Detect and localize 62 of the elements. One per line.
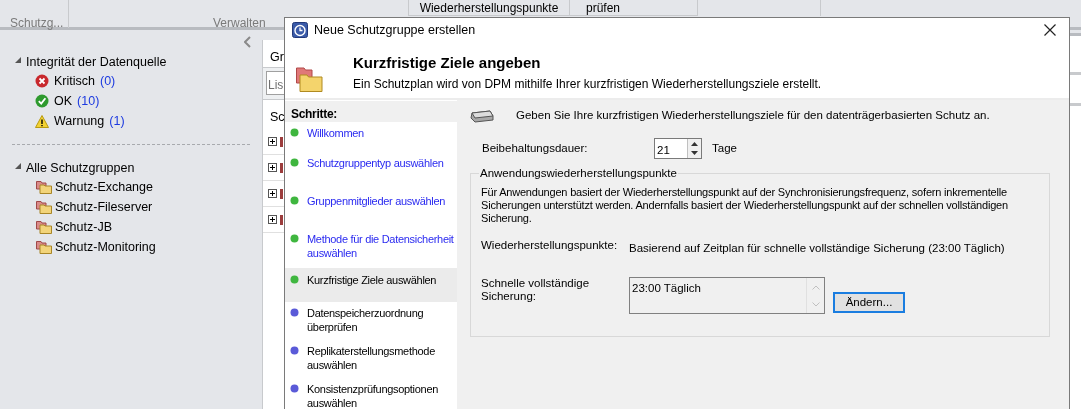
protection-group-item[interactable]: Schutz-Fileserver xyxy=(55,197,153,217)
health-item[interactable]: OK xyxy=(54,91,73,111)
close-icon[interactable] xyxy=(1044,24,1056,37)
change-button[interactable]: Ändern... xyxy=(833,292,905,314)
disk-drive-icon xyxy=(470,109,494,123)
status-dot-icon xyxy=(290,384,299,393)
expanded-triangle-icon[interactable] xyxy=(15,163,22,170)
section-title[interactable]: Alle Schutzgruppen xyxy=(26,159,135,178)
protection-group-item[interactable]: Schutz-Monitoring xyxy=(55,237,156,257)
ribbon-button[interactable]: prüfen xyxy=(570,0,698,16)
page-subtitle: Ein Schutzplan wird von DPM mithilfe Ihrer kurzfristigen Wiederherstellungsziele erstellt. xyxy=(353,75,822,93)
section-title[interactable]: Integrität der Datenquelle xyxy=(26,53,167,72)
field-label: Wiederherstellungspunkte: xyxy=(481,238,619,253)
status-dot-icon xyxy=(290,346,299,355)
clock-icon xyxy=(292,22,308,39)
wizard-step[interactable]: Kurzfristige Ziele auswählen xyxy=(285,268,457,302)
field-label: Schnelle vollständige Sicherung: xyxy=(481,277,591,305)
wizard-step[interactable]: Replikaterstellungsmethode auswählen xyxy=(285,340,457,378)
pane-header: Gr xyxy=(270,50,284,64)
status-dot-icon xyxy=(290,128,299,137)
health-item[interactable]: Kritisch xyxy=(54,71,95,91)
status-dot-icon xyxy=(290,158,299,167)
group-box-title: Anwendungswiederherstellungspunkte xyxy=(479,166,678,180)
status-dot-icon xyxy=(290,234,299,243)
warning-icon xyxy=(35,114,49,128)
expand-icon[interactable] xyxy=(268,189,277,198)
collapse-pane-icon[interactable] xyxy=(244,36,252,48)
expand-icon[interactable] xyxy=(268,137,277,146)
spin-box[interactable]: 21 xyxy=(654,138,702,159)
expand-icon[interactable] xyxy=(268,163,277,172)
expand-icon[interactable] xyxy=(268,215,277,224)
wizard-step[interactable]: Willkommen xyxy=(285,122,457,152)
description-text: Für Anwendungen basiert der Wiederherstellungspunkt auf der Synchronisierungsfrequenz, sofern inkrementelle Sicherungen unterstützt werden. Andernfalls basiert der Wiederherstellungspunkt auf der schnellen vollständigen Sicherung. xyxy=(481,186,1009,225)
schedule-text-area: 23:00 Täglich xyxy=(629,277,825,315)
intro-text: Geben Sie Ihre kurzfristigen Wiederherstellungsziele für den datenträgerbasierten Schutz an. xyxy=(516,108,990,124)
protection-group-item[interactable]: Schutz-Exchange xyxy=(55,177,153,197)
column-header: Sc xyxy=(270,110,285,124)
wizard-step[interactable]: Gruppenmitglieder auswählen xyxy=(285,190,457,228)
count-link[interactable]: (10) xyxy=(77,91,100,111)
health-item[interactable]: Warnung xyxy=(54,111,105,131)
ribbon-group-label: Schutzg... xyxy=(10,15,64,32)
protection-group-item[interactable]: Schutz-JB xyxy=(55,217,112,237)
window-title: Neue Schutzgruppe erstellen xyxy=(314,21,476,39)
count-link[interactable]: (0) xyxy=(100,71,116,91)
expanded-triangle-icon[interactable] xyxy=(15,57,22,64)
status-dot-icon xyxy=(290,196,299,205)
unit-label: Tage xyxy=(712,140,737,156)
wizard-step[interactable]: Konsistenzprüfungsoptionen auswählen xyxy=(285,378,457,409)
error-icon xyxy=(35,74,49,88)
field-label: Beibehaltungsdauer: xyxy=(482,140,589,156)
ribbon-button[interactable]: Wiederherstellungspunkte xyxy=(408,0,570,16)
wizard-step[interactable]: Datenspeicherzuordnung überprüfen xyxy=(285,302,457,340)
check-icon xyxy=(35,94,49,108)
field-value: Basierend auf Zeitplan für schnelle vollständige Sicherung (23:00 Täglich) xyxy=(629,241,1005,256)
wizard-step[interactable]: Methode für die Datensicherheit auswählen xyxy=(285,228,457,268)
ribbon-group-label: Verwalten xyxy=(213,15,266,32)
count-link[interactable]: (1) xyxy=(109,111,125,131)
page-heading: Kurzfristige Ziele angeben xyxy=(353,52,541,73)
status-dot-icon xyxy=(290,275,299,284)
status-dot-icon xyxy=(290,308,299,317)
steps-title: Schritte: xyxy=(291,107,337,121)
wizard-step[interactable]: Schutzgruppentyp auswählen xyxy=(285,152,457,190)
